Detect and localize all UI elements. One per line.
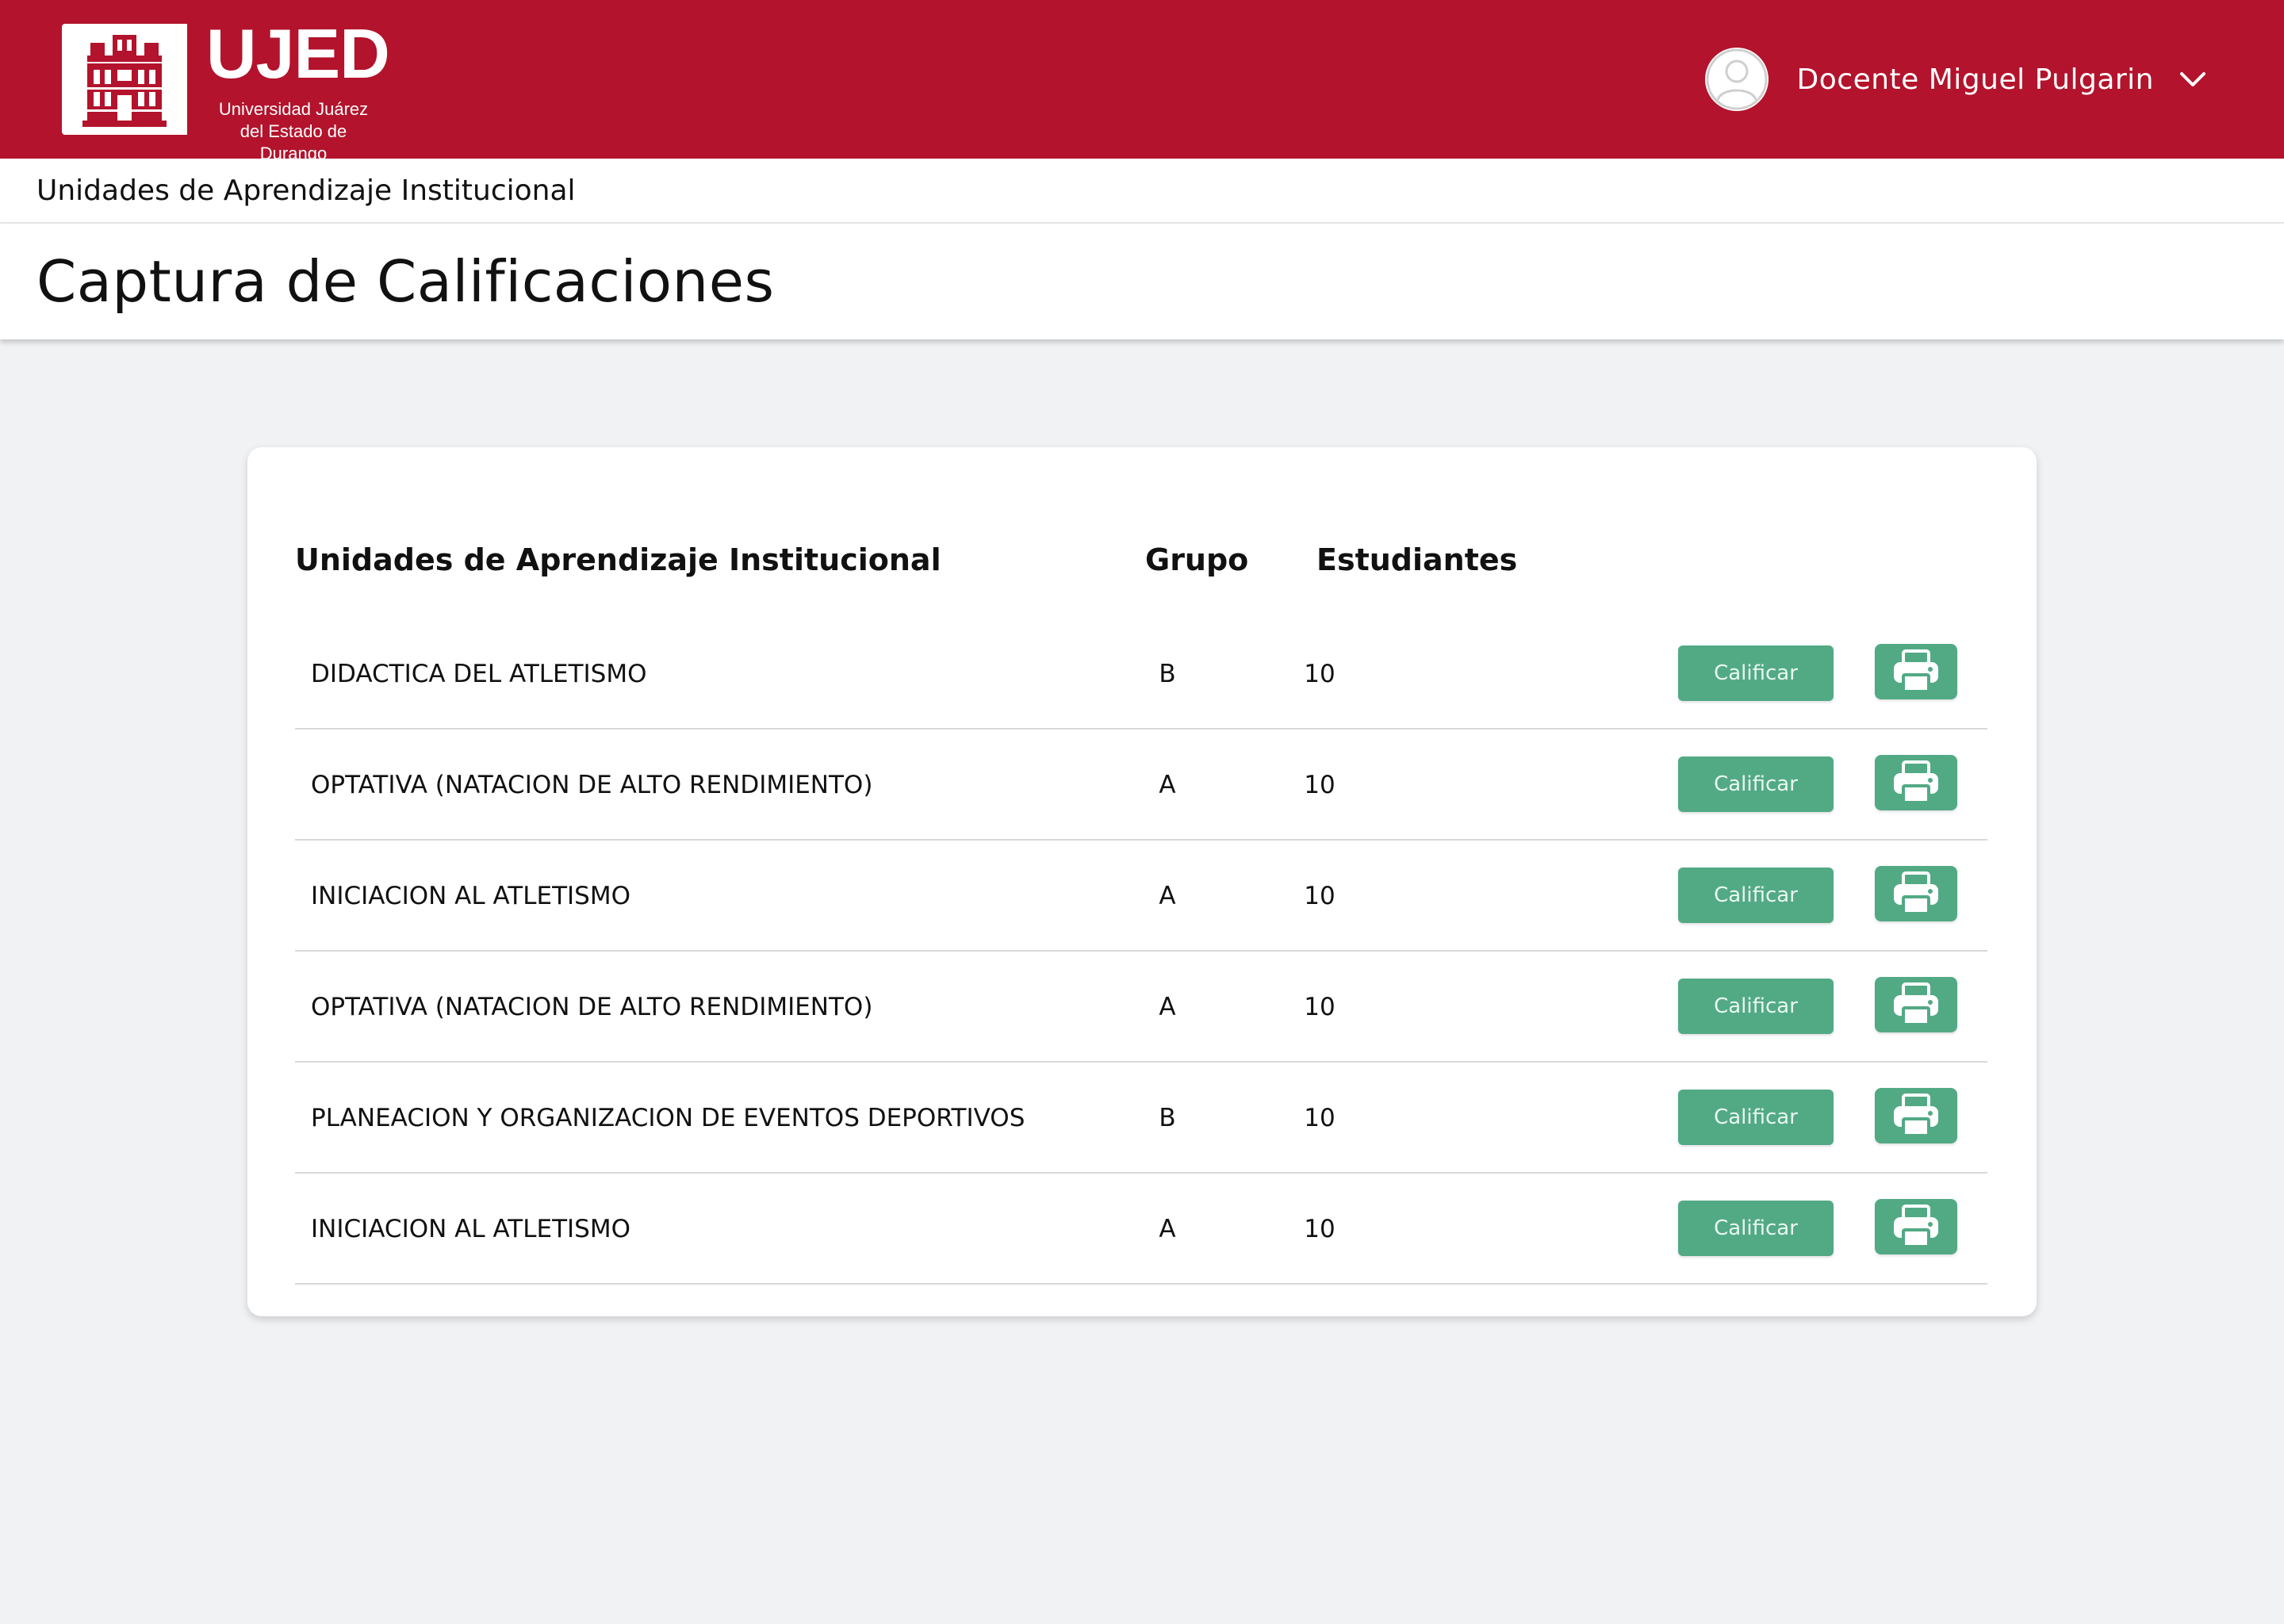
printer-icon bbox=[1894, 982, 1938, 1026]
breadcrumb-item[interactable]: Unidades de Aprendizaje Institucional bbox=[36, 174, 576, 207]
cell-students: 10 bbox=[1304, 1104, 1336, 1132]
table-row: INICIACION AL ATLETISMO A 10 Calificar bbox=[295, 1174, 1987, 1285]
table-row: DIDACTICA DEL ATLETISMO B 10 Calificar bbox=[295, 619, 1987, 730]
calificar-button[interactable]: Calificar bbox=[1678, 979, 1834, 1034]
print-button[interactable] bbox=[1875, 1088, 1957, 1143]
cell-group: A bbox=[1159, 993, 1176, 1021]
table-body: DIDACTICA DEL ATLETISMO B 10 Calificar O… bbox=[295, 619, 1987, 1285]
courses-card: Unidades de Aprendizaje Institucional Gr… bbox=[247, 447, 2037, 1316]
printer-icon bbox=[1894, 1205, 1938, 1248]
calificar-button[interactable]: Calificar bbox=[1678, 645, 1834, 701]
table-row: INICIACION AL ATLETISMO A 10 Calificar bbox=[295, 841, 1987, 952]
header-students: Estudiantes bbox=[1316, 542, 1518, 577]
header-subject: Unidades de Aprendizaje Institucional bbox=[295, 542, 941, 577]
user-avatar-icon bbox=[1704, 48, 1769, 111]
cell-students: 10 bbox=[1304, 660, 1336, 688]
print-button[interactable] bbox=[1875, 866, 1957, 921]
cell-group: A bbox=[1159, 882, 1176, 910]
print-button[interactable] bbox=[1875, 644, 1957, 699]
header-group: Grupo bbox=[1145, 542, 1249, 577]
breadcrumb: Unidades de Aprendizaje Institucional bbox=[0, 159, 2284, 224]
print-button[interactable] bbox=[1875, 977, 1957, 1032]
printer-icon bbox=[1894, 871, 1938, 915]
calificar-button[interactable]: Calificar bbox=[1678, 1090, 1834, 1145]
calificar-button[interactable]: Calificar bbox=[1678, 868, 1834, 923]
cell-group: B bbox=[1159, 1104, 1176, 1132]
print-button[interactable] bbox=[1875, 1199, 1957, 1254]
cell-students: 10 bbox=[1304, 771, 1336, 799]
cell-group: A bbox=[1159, 1215, 1176, 1243]
logo-text: UJED Universidad Juárez del Estado de Du… bbox=[206, 14, 390, 165]
printer-icon bbox=[1894, 649, 1938, 693]
ujed-logo[interactable]: UJED Universidad Juárez del Estado de Du… bbox=[62, 19, 390, 163]
table-header: Unidades de Aprendizaje Institucional Gr… bbox=[295, 542, 1987, 590]
chevron-down-icon[interactable] bbox=[2178, 64, 2208, 94]
cell-subject: OPTATIVA (NATACION DE ALTO RENDIMIENTO) bbox=[311, 993, 873, 1021]
table-row: OPTATIVA (NATACION DE ALTO RENDIMIENTO) … bbox=[295, 952, 1987, 1063]
cell-subject: INICIACION AL ATLETISMO bbox=[311, 882, 630, 910]
table-row: PLANEACION Y ORGANIZACION DE EVENTOS DEP… bbox=[295, 1063, 1987, 1174]
cell-students: 10 bbox=[1304, 1215, 1336, 1243]
user-menu[interactable]: Docente Miguel Pulgarin bbox=[1704, 46, 2208, 113]
logo-subtitle-1: Universidad Juárez bbox=[218, 99, 369, 119]
cell-students: 10 bbox=[1304, 882, 1336, 910]
cell-subject: INICIACION AL ATLETISMO bbox=[311, 1215, 630, 1243]
user-name: Docente Miguel Pulgarin bbox=[1796, 63, 2154, 96]
cell-students: 10 bbox=[1304, 993, 1336, 1021]
building-logo-icon bbox=[62, 24, 187, 135]
printer-icon bbox=[1894, 1094, 1938, 1137]
calificar-button[interactable]: Calificar bbox=[1678, 756, 1834, 812]
page-title: Captura de Calificaciones bbox=[36, 248, 775, 315]
top-header: UJED Universidad Juárez del Estado de Du… bbox=[0, 0, 2284, 163]
logo-title: UJED bbox=[206, 14, 390, 93]
cell-subject: OPTATIVA (NATACION DE ALTO RENDIMIENTO) bbox=[311, 771, 873, 799]
printer-icon bbox=[1894, 760, 1938, 804]
page-title-bar: Captura de Calificaciones bbox=[0, 224, 2284, 339]
calificar-button[interactable]: Calificar bbox=[1678, 1201, 1834, 1256]
cell-group: A bbox=[1159, 771, 1176, 799]
table-row: OPTATIVA (NATACION DE ALTO RENDIMIENTO) … bbox=[295, 730, 1987, 841]
cell-subject: DIDACTICA DEL ATLETISMO bbox=[311, 660, 647, 688]
print-button[interactable] bbox=[1875, 755, 1957, 810]
cell-group: B bbox=[1159, 660, 1176, 688]
cell-subject: PLANEACION Y ORGANIZACION DE EVENTOS DEP… bbox=[311, 1104, 1025, 1132]
